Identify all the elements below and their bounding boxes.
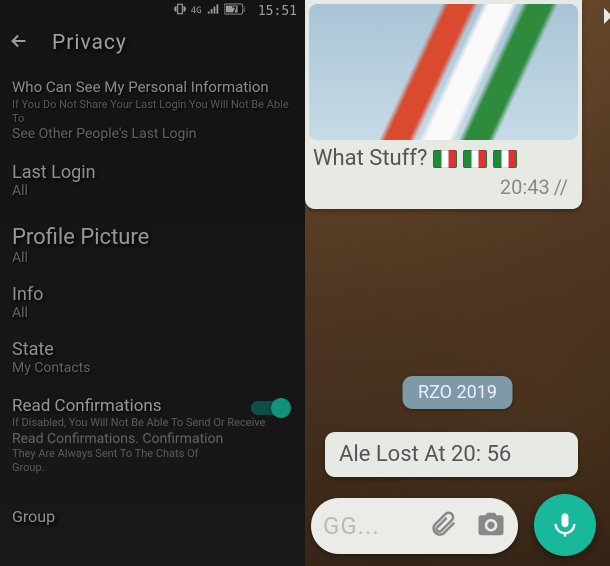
setting-profile-picture[interactable]: Profile Picture All: [0, 209, 305, 276]
setting-last-login-value: All: [12, 183, 293, 199]
setting-last-login-name: Last Login: [12, 162, 293, 183]
setting-state-value: My Contacts: [12, 360, 293, 376]
read-conf-toggle[interactable]: [251, 398, 291, 418]
privacy-settings-panel: 4G 76% 15:51 Privacy Who Can See My Pers…: [0, 0, 305, 566]
chat-message-ale[interactable]: Ale Lost At 20: 56: [325, 432, 578, 477]
attach-icon[interactable]: [428, 509, 458, 543]
photo-caption-text: What Stuff?: [313, 146, 427, 171]
section-who-sub: See Other People's Last Login: [12, 126, 293, 142]
setting-read-confirmations[interactable]: Read Confirmations If Disabled, You Will…: [0, 386, 305, 487]
setting-state-name: State: [12, 339, 293, 360]
mic-button[interactable]: [534, 494, 596, 556]
setting-group-name: Group: [12, 507, 293, 526]
chat-date-separator: RZO 2019: [402, 376, 513, 409]
section-who-caption: If You Do Not Share Your Last Login You …: [12, 98, 293, 126]
chat-view: What Stuff? 20:43 // U Telegram 20: 49 /…: [305, 0, 610, 566]
flag-icon-italy: [463, 150, 487, 168]
setting-profile-picture-value: All: [12, 250, 293, 266]
vibrate-icon: [173, 2, 187, 20]
setting-info-name: Info: [12, 284, 293, 305]
read-conf-sub3: Group.: [12, 461, 293, 475]
camera-icon[interactable]: [476, 509, 506, 543]
flag-icon-italy: [493, 150, 517, 168]
chat-message-ale-text: Ale Lost At 20: 56: [339, 442, 511, 467]
battery-label: 76%: [232, 6, 248, 16]
setting-info[interactable]: Info All: [0, 276, 305, 331]
setting-profile-picture-name: Profile Picture: [12, 225, 293, 250]
read-conf-caption: If Disabled, You Will Not Be Able To Sen…: [12, 416, 293, 430]
page-title: Privacy: [52, 31, 127, 55]
section-who-title: Who Can See My Personal Information: [12, 78, 293, 96]
network-label: 4G: [191, 6, 202, 16]
status-bar: 4G 76% 15:51: [0, 0, 305, 22]
setting-state[interactable]: State My Contacts: [0, 331, 305, 386]
setting-group[interactable]: Group: [0, 487, 305, 536]
chat-photo-message[interactable]: What Stuff? 20:43 //: [305, 0, 582, 209]
back-icon[interactable]: [8, 30, 30, 56]
delivered-check-icon: //: [554, 175, 568, 199]
flag-icon-italy: [433, 150, 457, 168]
chat-input-placeholder[interactable]: GG...: [323, 512, 410, 540]
chat-photo[interactable]: [309, 4, 578, 140]
signal-icon: [206, 2, 220, 20]
read-conf-sub2: They Are Always Sent To The Chats Of: [12, 447, 293, 461]
chat-input-bar[interactable]: GG...: [311, 498, 518, 554]
clock: 15:51: [258, 4, 297, 19]
setting-last-login[interactable]: Last Login All: [0, 154, 305, 209]
setting-info-value: All: [12, 305, 293, 321]
read-conf-sub: Read Confirmations. Confirmation: [12, 431, 293, 447]
photo-time: 20:43: [500, 175, 550, 199]
